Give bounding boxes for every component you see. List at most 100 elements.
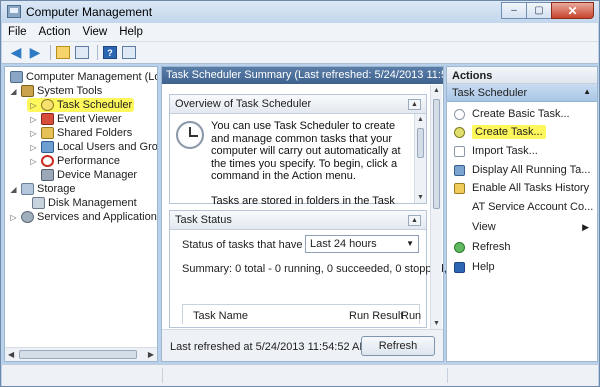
help-icon <box>454 261 465 273</box>
storage-icon <box>21 183 34 195</box>
last-refreshed-text: Last refreshed at 5/24/2013 11:54:52 AM <box>170 341 369 353</box>
expand-icon[interactable]: ▷ <box>29 115 38 124</box>
task-status-title-bar[interactable]: Task Status ▲ <box>170 211 426 230</box>
scroll-right-icon[interactable]: ▶ <box>148 350 154 359</box>
task-scheduler-clock-icon <box>176 121 204 149</box>
help-icon[interactable]: ? <box>102 45 118 61</box>
device-manager-icon <box>41 169 54 181</box>
import-icon <box>454 145 465 157</box>
overview-section: Overview of Task Scheduler ▲ You can use… <box>169 94 427 207</box>
refresh-button[interactable]: Refresh <box>361 336 435 356</box>
title-bar[interactable]: Computer Management ‒ ▢ ✕ <box>1 1 599 23</box>
tree-item-system-tools[interactable]: ◢ System Tools <box>9 84 102 98</box>
expand-icon[interactable]: ▷ <box>29 157 38 166</box>
action-import-task[interactable]: Import Task... <box>447 142 597 160</box>
window-controls: ‒ ▢ ✕ <box>501 2 594 19</box>
task-status-section: Task Status ▲ Status of tasks that have … <box>169 210 459 328</box>
chevron-down-icon: ▼ <box>406 239 414 248</box>
tree-item-root[interactable]: Computer Management (Local <box>7 70 157 84</box>
event-viewer-icon <box>41 113 54 125</box>
tree-item-shared-folders[interactable]: ▷ Shared Folders <box>29 126 132 140</box>
menu-view[interactable]: View <box>77 26 114 38</box>
expand-icon[interactable]: ▷ <box>29 143 38 152</box>
maximize-button[interactable]: ▢ <box>526 2 552 19</box>
column-run-start[interactable]: Run <box>401 310 421 322</box>
scroll-down-icon[interactable]: ▼ <box>417 194 424 201</box>
scroll-thumb[interactable] <box>417 128 424 158</box>
tree-label: Disk Management <box>48 197 137 209</box>
summary-header: Task Scheduler Summary (Last refreshed: … <box>162 67 443 84</box>
actions-subheader-label: Task Scheduler <box>452 87 528 99</box>
status-label: Status of tasks that have st... <box>182 239 324 251</box>
action-label: Refresh <box>472 241 511 253</box>
middle-pane-scrollbar[interactable]: ▲ ▼ <box>430 85 442 329</box>
tree-item-performance[interactable]: ▷ Performance <box>29 154 120 168</box>
show-hide-tree-icon[interactable] <box>74 45 90 61</box>
scroll-down-icon[interactable]: ▼ <box>433 320 440 327</box>
action-label: Create Task... <box>472 125 546 139</box>
column-run-result[interactable]: Run Result <box>349 310 403 322</box>
collapse-section-icon[interactable]: ▲ <box>408 215 421 226</box>
overview-scrollbar[interactable]: ▲ ▼ <box>414 114 426 203</box>
window-title: Computer Management <box>26 5 153 19</box>
scroll-up-icon[interactable]: ▲ <box>433 87 440 94</box>
column-task-name[interactable]: Task Name <box>193 310 248 322</box>
collapse-section-icon[interactable]: ▲ <box>408 99 421 110</box>
action-refresh[interactable]: Refresh <box>447 238 597 256</box>
action-create-task[interactable]: Create Task... <box>447 123 597 141</box>
tree-item-local-users[interactable]: ▷ Local Users and Groups <box>29 140 158 154</box>
system-tools-icon <box>21 85 34 97</box>
overview-title: Overview of Task Scheduler <box>175 98 312 110</box>
tree-item-device-manager[interactable]: Device Manager <box>38 168 137 182</box>
status-period-dropdown[interactable]: Last 24 hours ▼ <box>305 235 419 253</box>
dropdown-value: Last 24 hours <box>310 238 377 250</box>
forward-arrow-icon[interactable]: ▶ <box>27 44 43 61</box>
expand-icon[interactable]: ▷ <box>9 213 18 222</box>
up-folder-icon[interactable] <box>55 45 71 61</box>
close-button[interactable]: ✕ <box>551 2 594 19</box>
expand-icon[interactable]: ▷ <box>29 129 38 138</box>
scroll-thumb[interactable] <box>19 350 137 359</box>
tree-label: Computer Management (Local <box>26 71 157 83</box>
overview-text: You can use Task Scheduler to create and… <box>211 120 407 207</box>
action-help[interactable]: Help <box>447 258 597 276</box>
collapse-up-icon[interactable]: ▲ <box>583 87 591 96</box>
expand-icon[interactable]: ▷ <box>29 101 38 110</box>
tree-item-services[interactable]: ▷ Services and Applications <box>9 210 157 224</box>
action-at-service-account[interactable]: AT Service Account Co... <box>447 198 597 216</box>
task-scheduler-summary-pane: Task Scheduler Summary (Last refreshed: … <box>161 66 459 362</box>
services-icon <box>21 211 34 223</box>
performance-icon <box>41 155 54 167</box>
computer-management-icon <box>10 71 23 83</box>
action-enable-history[interactable]: Enable All Tasks History <box>447 179 597 197</box>
scroll-thumb[interactable] <box>433 99 440 209</box>
create-task-icon <box>454 126 465 138</box>
action-label: AT Service Account Co... <box>472 201 594 213</box>
tree-item-disk-management[interactable]: Disk Management <box>29 196 137 210</box>
menu-file[interactable]: File <box>2 26 33 38</box>
menu-action[interactable]: Action <box>33 26 77 38</box>
tree-item-event-viewer[interactable]: ▷ Event Viewer <box>29 112 122 126</box>
overview-title-bar[interactable]: Overview of Task Scheduler ▲ <box>170 95 426 114</box>
action-label: Enable All Tasks History <box>472 182 590 194</box>
minimize-button[interactable]: ‒ <box>501 2 527 19</box>
back-arrow-icon[interactable]: ◀ <box>8 44 24 61</box>
action-display-running[interactable]: Display All Running Ta... <box>447 161 597 179</box>
status-summary: Summary: 0 total - 0 running, 0 succeede… <box>182 263 459 275</box>
menu-help[interactable]: Help <box>113 26 149 38</box>
collapse-icon[interactable]: ◢ <box>9 185 18 194</box>
status-bar-divider <box>447 368 448 383</box>
properties-icon[interactable] <box>121 45 137 61</box>
scroll-up-icon[interactable]: ▲ <box>417 116 424 123</box>
collapse-icon[interactable]: ◢ <box>9 87 18 96</box>
tree-item-task-scheduler[interactable]: ▷ Task Scheduler <box>27 98 135 112</box>
actions-subheader[interactable]: Task Scheduler ▲ <box>447 84 597 102</box>
tree-item-storage[interactable]: ◢ Storage <box>9 182 76 196</box>
tree-horizontal-scrollbar[interactable]: ◀ ▶ <box>5 347 157 361</box>
scroll-left-icon[interactable]: ◀ <box>8 350 14 359</box>
status-bar-divider <box>162 368 163 383</box>
tree-label: Local Users and Groups <box>57 141 158 153</box>
action-create-basic-task[interactable]: Create Basic Task... <box>447 105 597 123</box>
action-view[interactable]: View ▶ <box>447 218 597 236</box>
basic-task-icon <box>454 108 465 120</box>
